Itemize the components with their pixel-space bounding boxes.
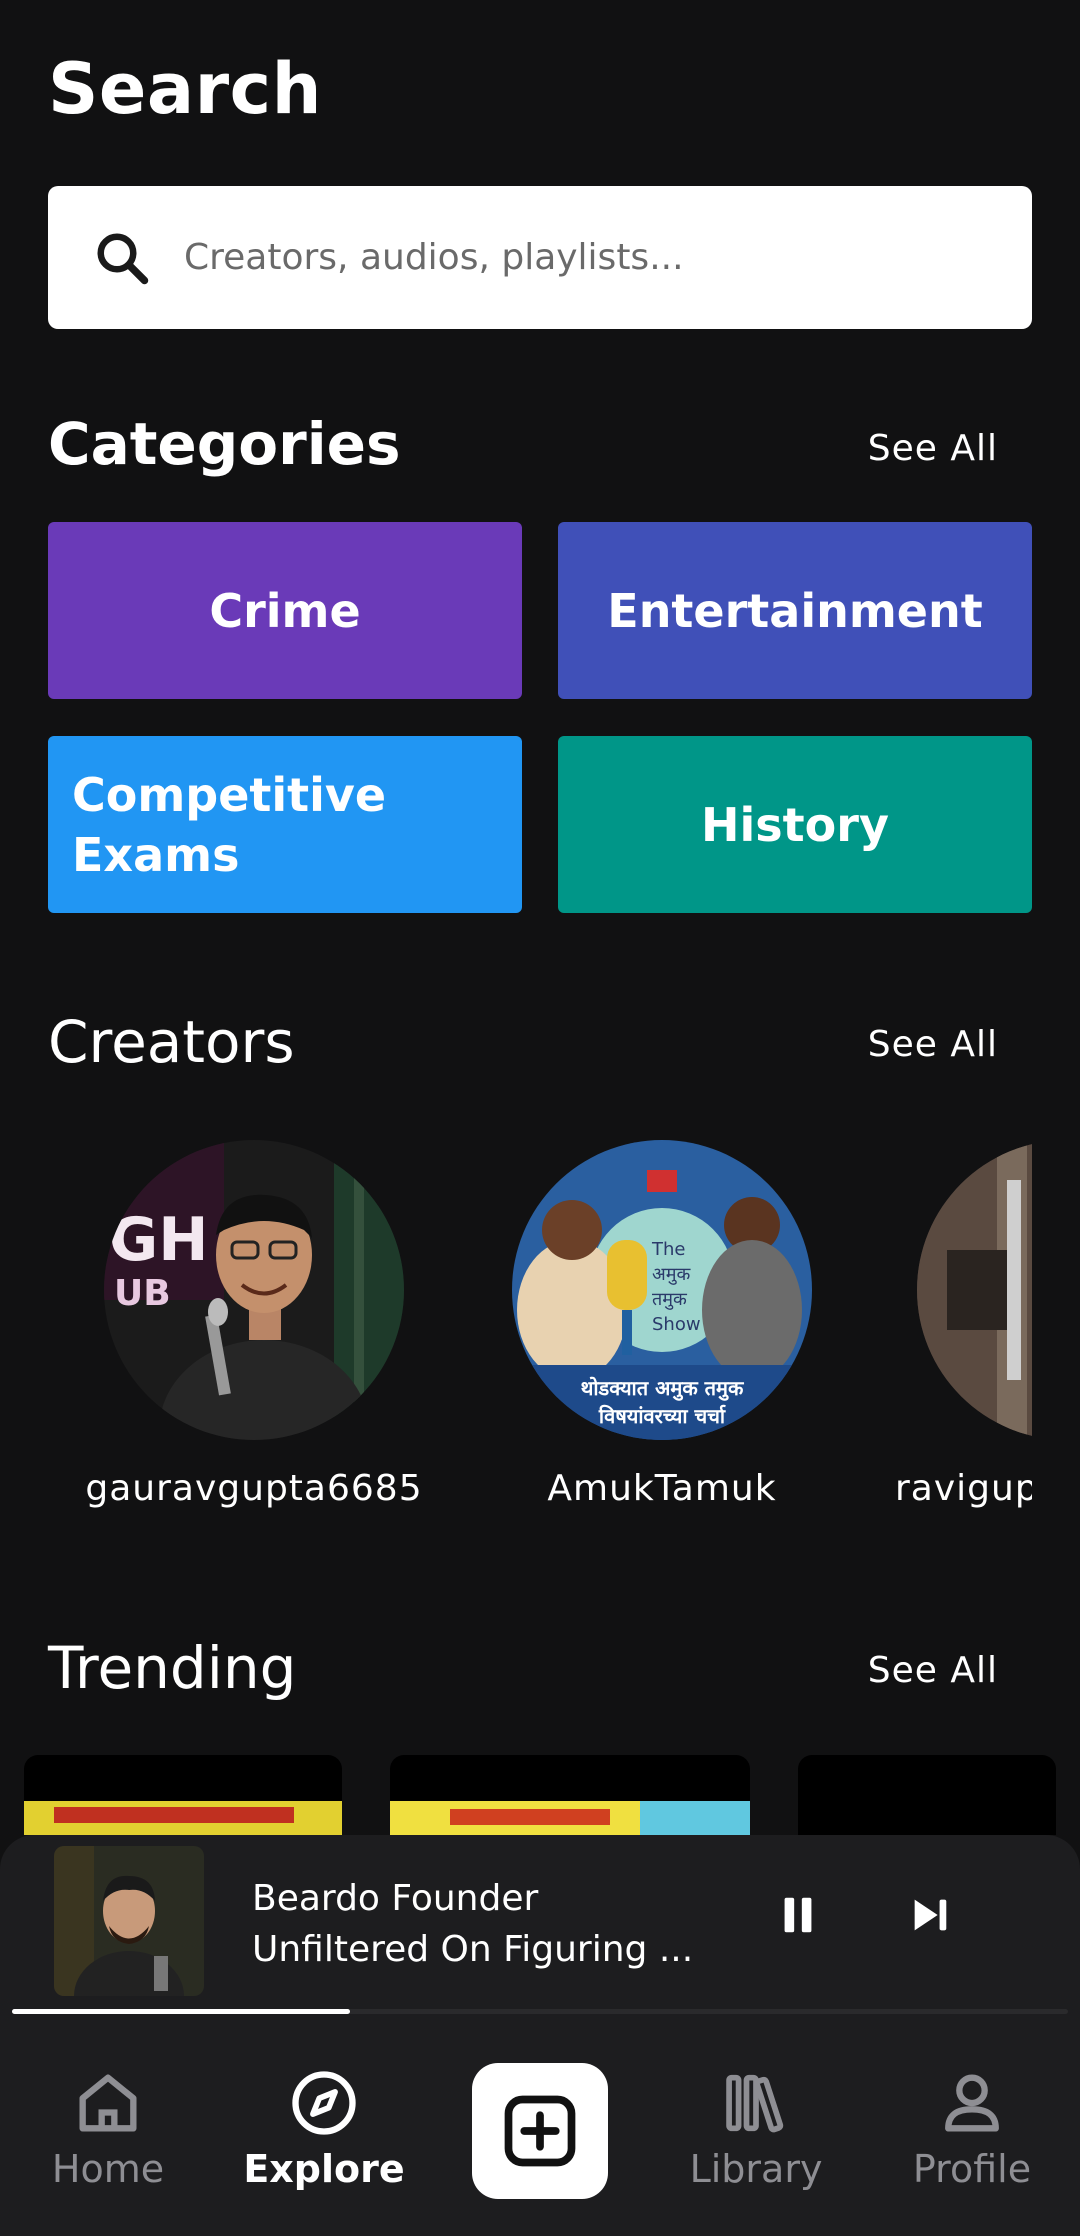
- now-playing-title: Beardo Founder Unfiltered On Figuring ..…: [252, 1873, 692, 1975]
- trending-see-all-link[interactable]: See All: [868, 1650, 998, 1691]
- skip-next-button[interactable]: [890, 1875, 970, 1955]
- nav-explore-label: Explore: [243, 2147, 405, 2191]
- creator-avatar: The अमुक तमुक Show थोडक्यात अमुक तमुक वि…: [512, 1140, 812, 1440]
- creator-card[interactable]: GH UB gauravgupta6685: [84, 1140, 424, 1509]
- category-crime[interactable]: Crime: [48, 522, 522, 699]
- create-button[interactable]: [472, 2063, 608, 2199]
- categories-title: Categories: [48, 410, 401, 478]
- creator-name: AmukTamuk: [547, 1468, 777, 1509]
- skip-next-icon: [914, 1899, 947, 1931]
- category-competitive-exams[interactable]: Competitive Exams: [48, 736, 522, 913]
- now-playing-title-line1: Beardo Founder: [252, 1878, 539, 1919]
- pause-button[interactable]: [758, 1875, 838, 1955]
- search-bar[interactable]: [48, 186, 1032, 329]
- svg-text:The: The: [651, 1239, 685, 1260]
- now-playing-title-line2: Unfiltered On Figuring ...: [252, 1929, 692, 1970]
- nav-profile-label: Profile: [912, 2147, 1032, 2191]
- nav-profile[interactable]: Profile: [872, 2065, 1072, 2191]
- playback-progress-fill: [12, 2009, 350, 2014]
- svg-text:GH: GH: [109, 1205, 208, 1275]
- bottom-nav: Home Explore Library Profile: [0, 2035, 1080, 2236]
- svg-text:UB: UB: [114, 1273, 171, 1314]
- nav-library[interactable]: Library: [656, 2065, 856, 2191]
- pause-icon: [784, 1897, 812, 1933]
- svg-text:विषयांवरच्या चर्चा: विषयांवरच्या चर्चा: [598, 1404, 726, 1428]
- now-playing-thumbnail: [54, 1846, 204, 1996]
- search-icon: [97, 233, 149, 284]
- svg-text:अमुक: अमुक: [652, 1264, 692, 1285]
- creators-title: Creators: [48, 1008, 295, 1076]
- trending-title: Trending: [48, 1634, 297, 1702]
- creator-avatar: GH UB: [104, 1140, 404, 1440]
- category-history[interactable]: History: [558, 736, 1032, 913]
- page-title: Search: [48, 48, 322, 130]
- library-icon: [726, 2074, 784, 2133]
- trending-card[interactable]: [24, 1755, 342, 1835]
- nav-home[interactable]: Home: [8, 2065, 208, 2191]
- svg-text:तमुक: तमुक: [652, 1289, 688, 1310]
- search-input[interactable]: [184, 237, 964, 278]
- compass-icon: [292, 2071, 356, 2135]
- plus-square-icon: [504, 2095, 576, 2167]
- user-icon: [945, 2074, 999, 2132]
- svg-text:Show: Show: [652, 1314, 701, 1335]
- creator-card[interactable]: The अमुक तमुक Show थोडक्यात अमुक तमुक वि…: [492, 1140, 832, 1509]
- trending-card[interactable]: [798, 1755, 1056, 1835]
- creator-name: gauravgupta6685: [85, 1468, 423, 1509]
- category-competitive-exams-label: Competitive Exams: [72, 767, 387, 882]
- nav-library-label: Library: [689, 2147, 823, 2191]
- creator-card[interactable]: ravigup: [870, 1140, 1032, 1509]
- nav-home-label: Home: [51, 2147, 165, 2191]
- category-entertainment[interactable]: Entertainment: [558, 522, 1032, 699]
- mini-player[interactable]: Beardo Founder Unfiltered On Figuring ..…: [0, 1835, 1080, 2035]
- creators-see-all-link[interactable]: See All: [868, 1024, 998, 1065]
- creator-name: ravigup: [895, 1468, 1032, 1509]
- home-icon: [79, 2074, 137, 2132]
- creator-avatar: [917, 1140, 1032, 1440]
- playback-progress-bar[interactable]: [12, 2009, 1068, 2014]
- nav-explore[interactable]: Explore: [224, 2065, 424, 2191]
- svg-text:थोडक्यात अमुक तमुक: थोडक्यात अमुक तमुक: [581, 1376, 745, 1401]
- trending-card[interactable]: [390, 1755, 750, 1835]
- categories-see-all-link[interactable]: See All: [868, 428, 998, 469]
